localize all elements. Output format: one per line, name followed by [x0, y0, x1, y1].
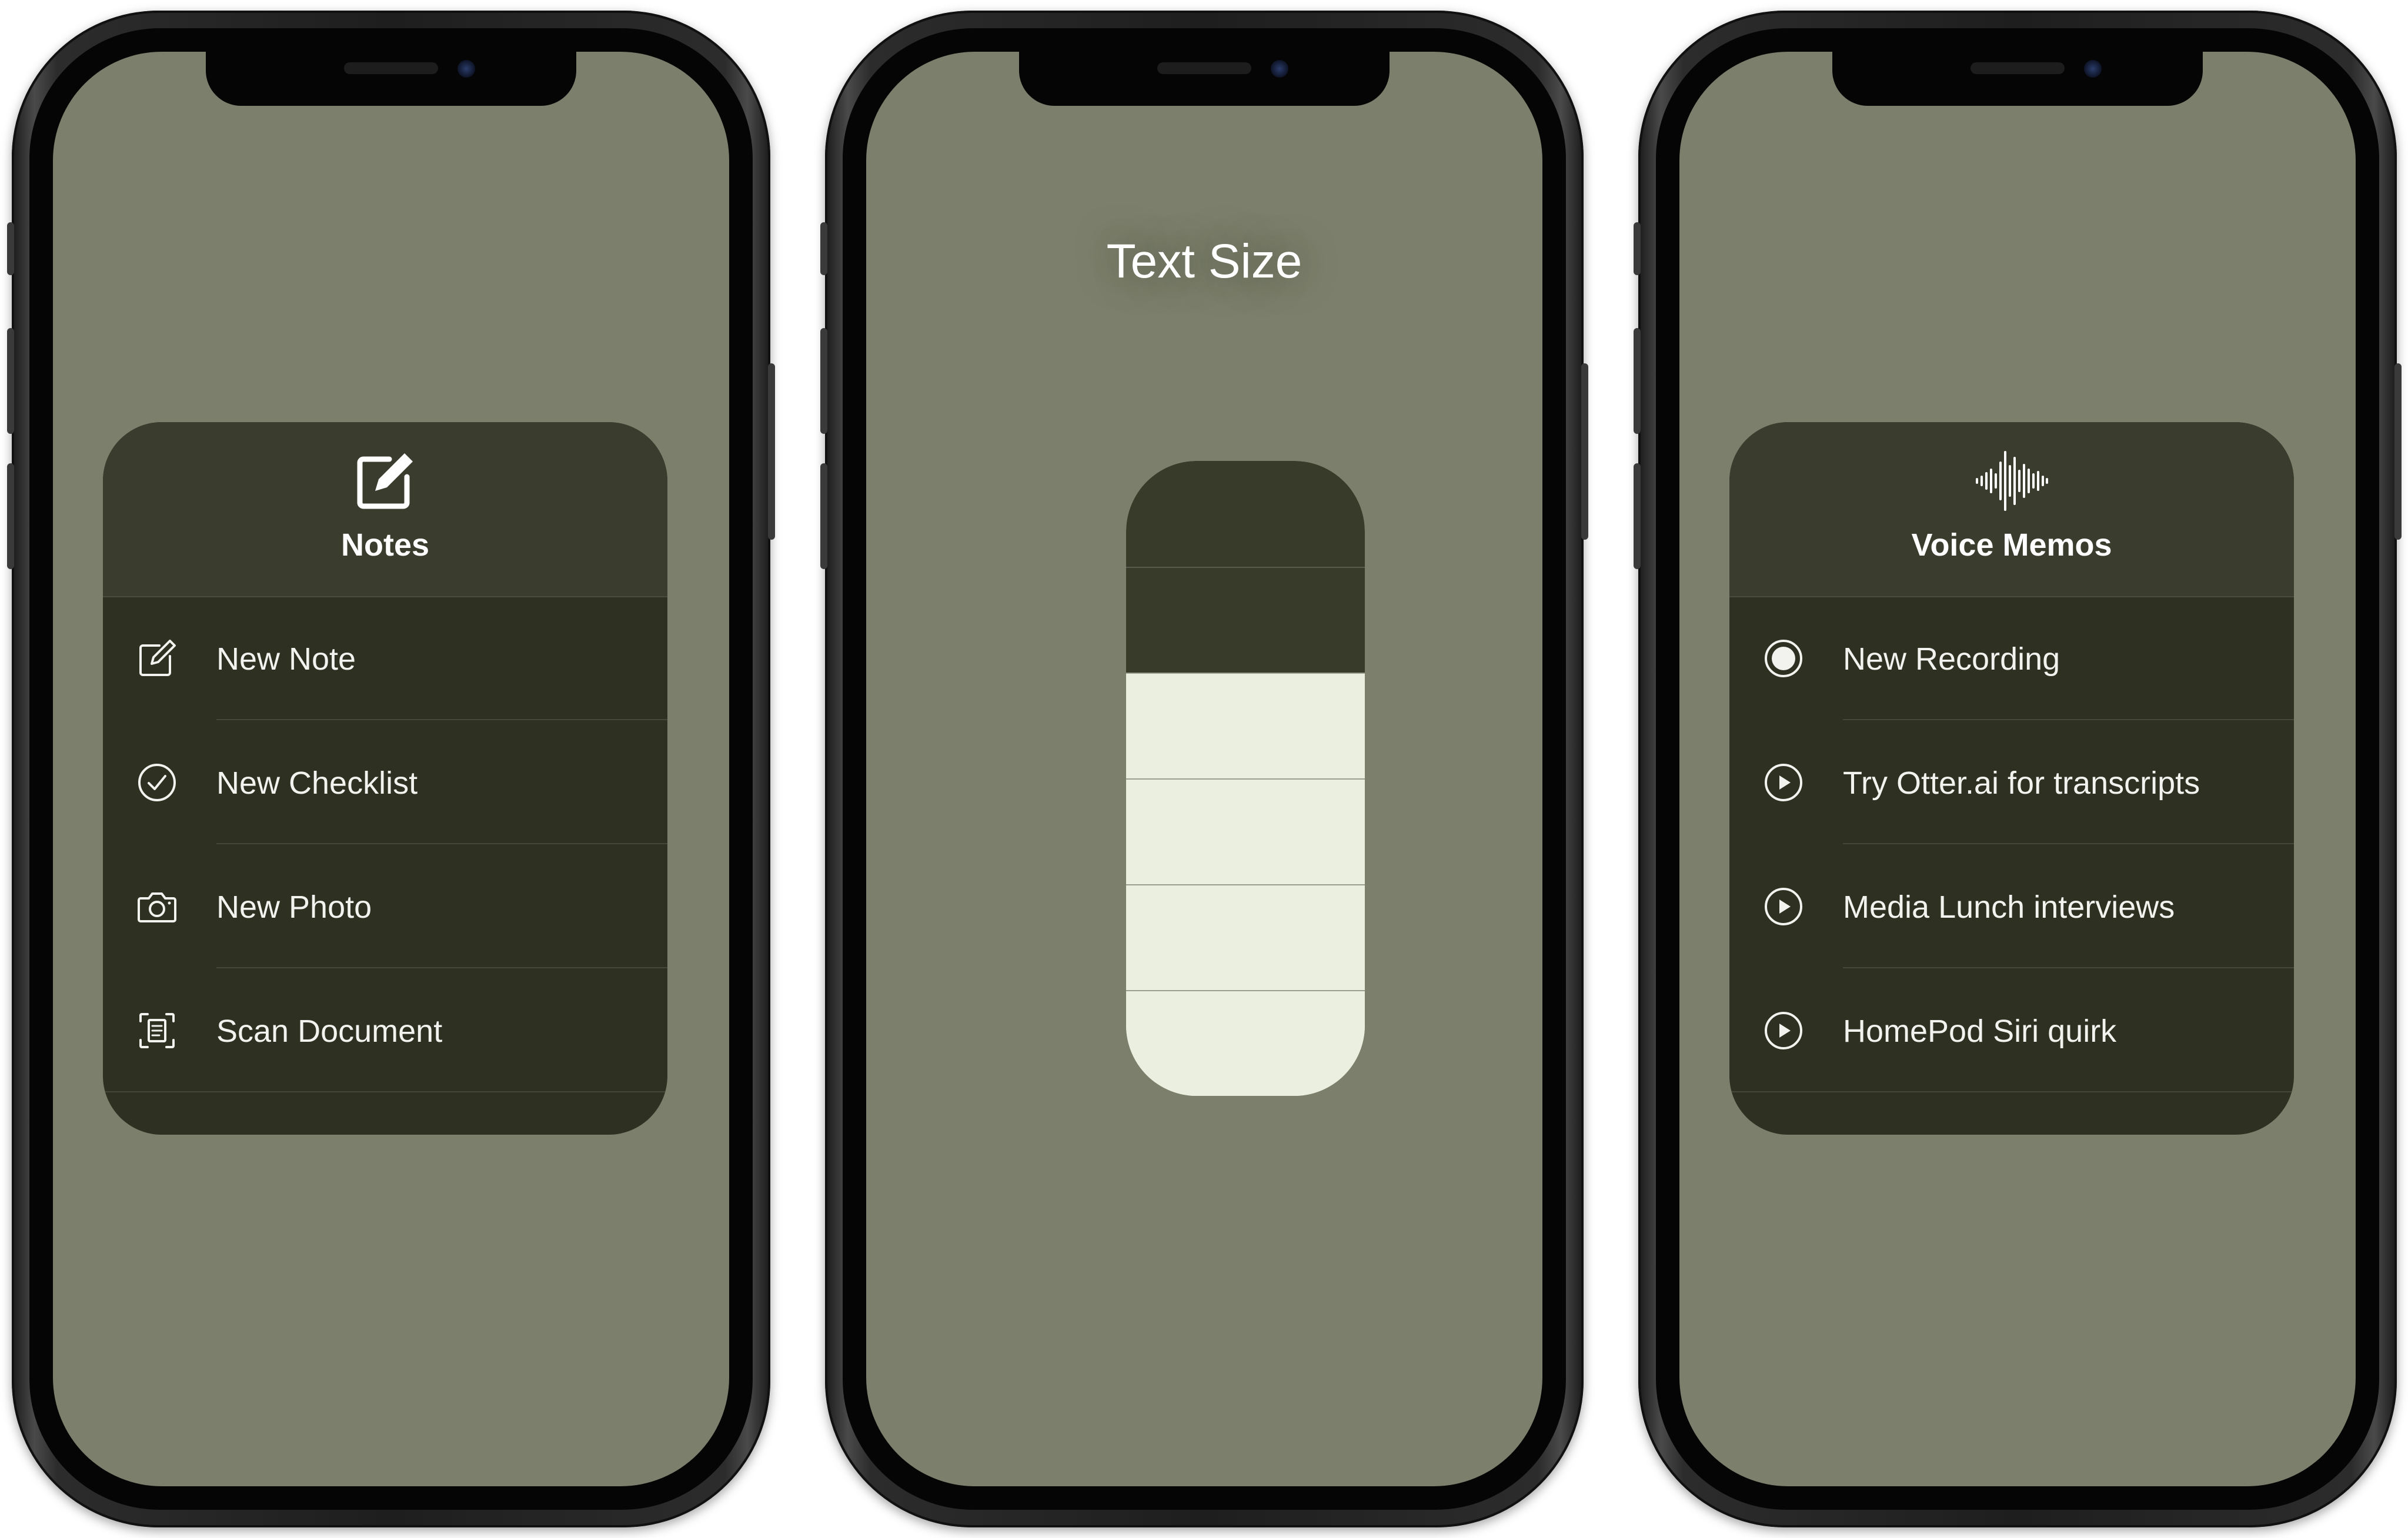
volume-down-button [820, 463, 827, 569]
notes-action-label: New Note [216, 641, 356, 677]
front-camera [2084, 60, 2102, 78]
phone-bezel: Voice Memos New Recording Try Otter.ai f… [1656, 28, 2379, 1510]
voice-memos-action-homepod[interactable]: HomePod Siri quirk [1729, 968, 2294, 1092]
phone-voice-memos: Voice Memos New Recording Try Otter.ai f… [1634, 11, 2402, 1527]
volume-up-button [820, 328, 827, 434]
notes-action-new-checklist[interactable]: New Checklist [103, 720, 667, 844]
scan-document-icon [139, 1013, 175, 1048]
front-camera [1271, 60, 1288, 78]
notes-quick-actions-card: Notes New Note New Checklist New Photo S… [103, 422, 667, 1135]
notes-title: Notes [340, 527, 430, 563]
screenshot-stage: Notes New Note New Checklist New Photo S… [0, 0, 2408, 1538]
text-size-step[interactable] [1126, 567, 1365, 673]
waveform-icon [1976, 451, 2048, 511]
side-button [1581, 363, 1588, 540]
play-circle-icon [1765, 888, 1802, 925]
play-circle-icon [1765, 1012, 1802, 1049]
earpiece-speaker [1971, 62, 2065, 74]
play-circle-icon [1765, 764, 1802, 801]
notes-action-label: New Photo [216, 890, 372, 925]
mute-switch [1634, 222, 1641, 275]
notch [1019, 52, 1390, 106]
row-divider [1729, 1091, 2294, 1092]
volume-up-button [7, 328, 14, 434]
text-size-slider[interactable] [1126, 461, 1365, 1096]
text-size-step[interactable] [1126, 461, 1365, 567]
phone-notes: Notes New Note New Checklist New Photo S… [7, 11, 775, 1527]
notch [206, 52, 576, 106]
mute-switch [7, 222, 14, 275]
compose-icon [139, 640, 176, 676]
compose-icon [357, 453, 413, 509]
notes-header: Notes [103, 422, 667, 597]
voice-memos-title: Voice Memos [1911, 527, 2112, 563]
camera-icon [138, 892, 176, 922]
notes-action-scan-document[interactable]: Scan Document [103, 968, 667, 1092]
side-button [768, 363, 775, 540]
phone-bezel: Notes New Note New Checklist New Photo S… [29, 28, 753, 1510]
side-button [2394, 363, 2402, 540]
volume-up-button [1634, 328, 1641, 434]
earpiece-speaker [1157, 62, 1251, 74]
voice-memos-header: Voice Memos [1729, 422, 2294, 597]
notes-action-label: Scan Document [216, 1014, 443, 1049]
mute-switch [820, 222, 827, 275]
earpiece-speaker [344, 62, 438, 74]
phone-bezel: Text Size [843, 28, 1566, 1510]
voice-memos-action-media-lunch[interactable]: Media Lunch interviews [1729, 844, 2294, 968]
notes-action-label: New Checklist [216, 765, 418, 801]
row-divider [103, 1091, 667, 1092]
text-size-step[interactable] [1126, 778, 1365, 884]
notes-action-new-photo[interactable]: New Photo [103, 844, 667, 968]
voice-memos-action-label: Try Otter.ai for transcripts [1843, 765, 2200, 801]
voice-memos-action-label: HomePod Siri quirk [1843, 1014, 2117, 1049]
voice-memos-action-label: Media Lunch interviews [1843, 890, 2175, 925]
record-icon [1765, 640, 1802, 677]
voice-memos-action-otter[interactable]: Try Otter.ai for transcripts [1729, 720, 2294, 844]
notch [1832, 52, 2203, 106]
voice-memos-action-new-recording[interactable]: New Recording [1729, 596, 2294, 720]
phone-text-size: Text Size [820, 11, 1588, 1527]
front-camera [457, 60, 475, 78]
text-size-step[interactable] [1126, 990, 1365, 1096]
notes-action-new-note[interactable]: New Note [103, 596, 667, 720]
volume-down-button [1634, 463, 1641, 569]
text-size-title: Text Size [1106, 235, 1302, 288]
text-size-step[interactable] [1126, 673, 1365, 778]
phone-screen: Text Size [866, 52, 1542, 1486]
volume-down-button [7, 463, 14, 569]
text-size-step[interactable] [1126, 884, 1365, 990]
voice-memos-quick-actions-card: Voice Memos New Recording Try Otter.ai f… [1729, 422, 2294, 1135]
checkmark-circle-icon [138, 764, 176, 801]
voice-memos-action-label: New Recording [1843, 641, 2060, 677]
phone-screen: Voice Memos New Recording Try Otter.ai f… [1679, 52, 2356, 1486]
phone-screen: Notes New Note New Checklist New Photo S… [53, 52, 729, 1486]
